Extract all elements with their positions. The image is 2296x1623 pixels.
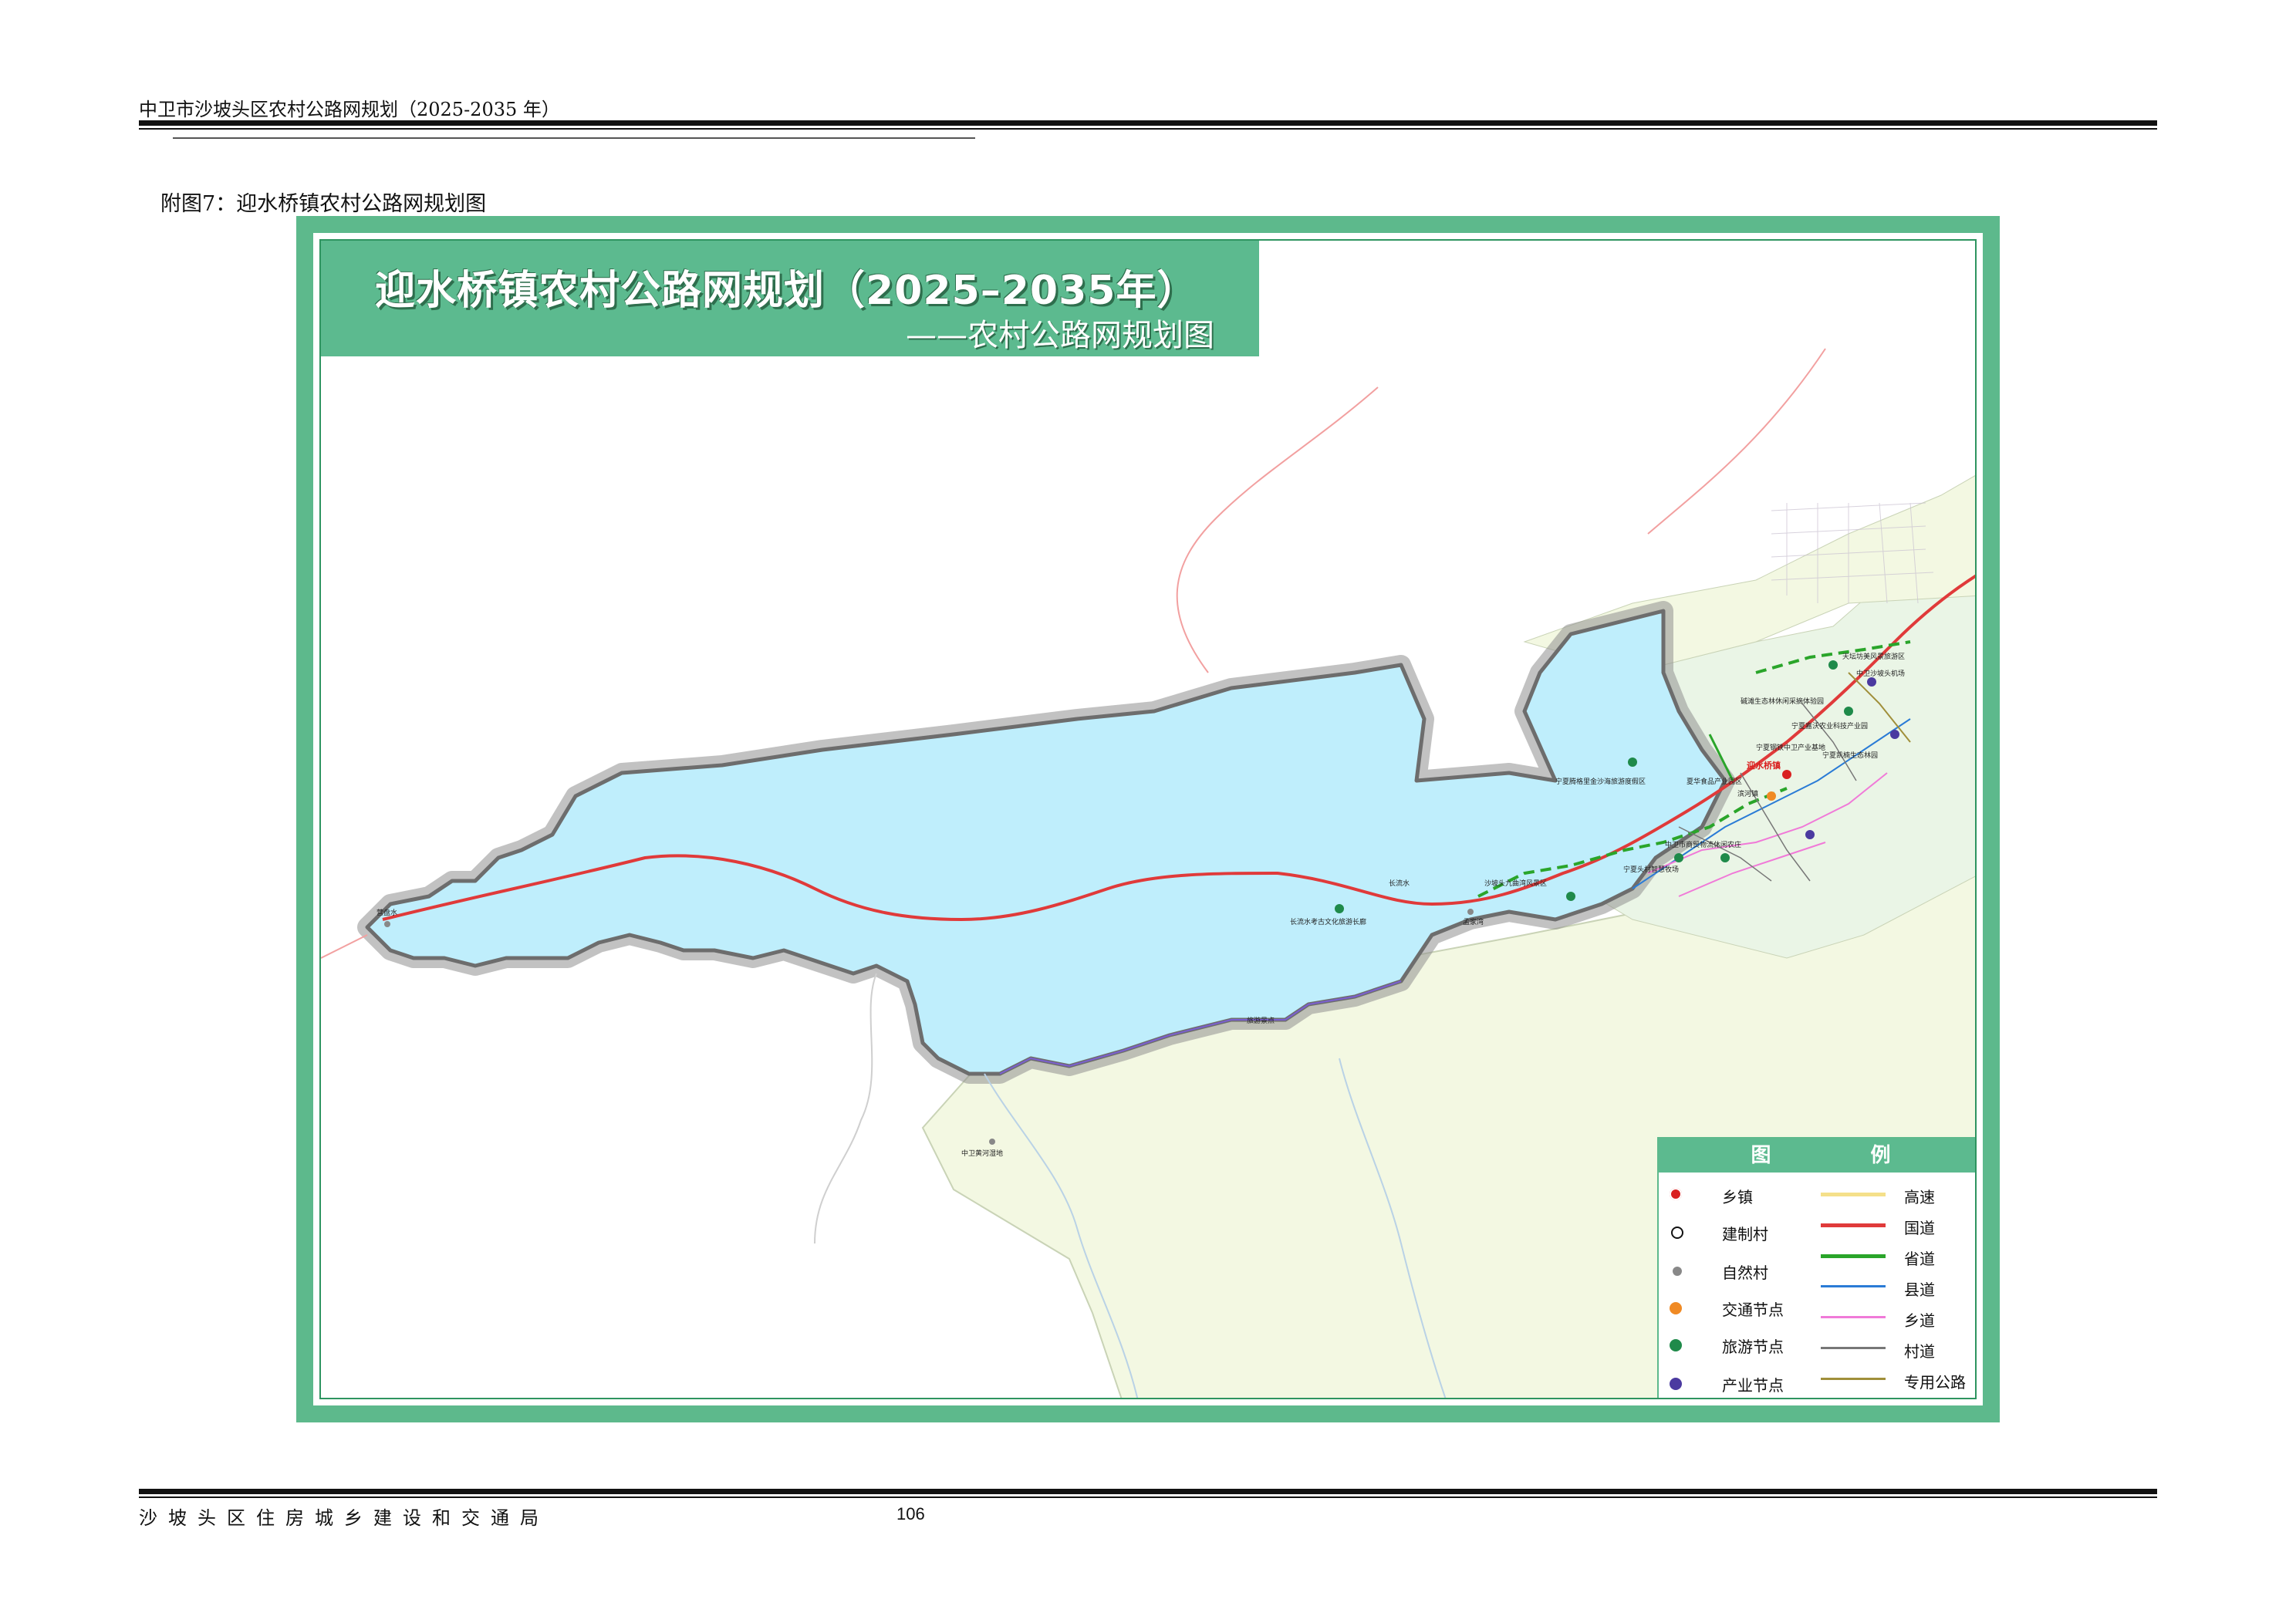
header-rule xyxy=(139,120,2157,126)
poi-label: 长流水 xyxy=(1389,880,1410,888)
legend-label: 建制村 xyxy=(1722,1225,1768,1243)
natural-village-icon xyxy=(1467,909,1474,915)
document-header-title: 中卫市沙坡头区农村公路网规划（2025-2035 年） xyxy=(139,99,560,120)
special-road-line-symbol xyxy=(1821,1378,1886,1380)
poi-label: 孟家湾 xyxy=(1463,919,1484,926)
natural-village-icon xyxy=(1673,1267,1682,1276)
township-road-line-symbol xyxy=(1821,1316,1886,1318)
legend-label: 县道 xyxy=(1904,1281,1935,1299)
legend-label: 乡镇 xyxy=(1722,1188,1753,1206)
tourism-node-icon xyxy=(1674,853,1683,862)
header-rule-short xyxy=(173,137,975,139)
industry-node-icon xyxy=(1890,730,1899,739)
map-subtitle: ——农村公路网规划图 xyxy=(906,318,1214,353)
legend-label: 旅游节点 xyxy=(1722,1338,1784,1356)
map-title: 迎水桥镇农村公路网规划（2025–2035年） xyxy=(375,268,1198,314)
legend-label: 自然村 xyxy=(1722,1264,1768,1282)
map-title-box: 迎水桥镇农村公路网规划（2025–2035年） ——农村公路网规划图 xyxy=(321,241,1259,356)
tourism-node-icon xyxy=(1335,904,1344,913)
poi-label: 中卫市商贸物流休闲农庄 xyxy=(1665,842,1742,849)
map-legend: 图 例 乡镇 建制村 自然村 交通节点 旅游节点 产业节点 高速 国道 省道 县… xyxy=(1657,1137,1975,1398)
poi-label: 宁夏钢铁中卫产业基地 xyxy=(1756,744,1826,752)
poi-label: 天坛坊美风景旅游区 xyxy=(1842,653,1906,661)
county-boundary xyxy=(814,973,877,1244)
traffic-node-icon xyxy=(1670,1302,1682,1314)
legend-label: 产业节点 xyxy=(1722,1376,1784,1395)
map-frame: 迎水桥镇 天坛坊美风景旅游区 中卫沙坡头机场 碱滩生态林休闲采摘体验园 宁夏嘉沃… xyxy=(296,216,2000,1422)
national-road-line-symbol xyxy=(1821,1223,1886,1227)
traffic-node-icon xyxy=(1767,791,1776,801)
natural-village-icon xyxy=(384,921,390,927)
poi-label: 夏华食品产业园区 xyxy=(1687,778,1743,786)
tourism-node-icon xyxy=(1670,1339,1682,1351)
boundary-line-west xyxy=(321,934,368,959)
tourism-node-icon xyxy=(1828,660,1838,670)
poi-label: 中卫黄河湿地 xyxy=(961,1150,1004,1158)
tourism-node-icon xyxy=(1628,758,1637,767)
footer-rule xyxy=(139,1489,2157,1494)
admin-village-icon xyxy=(1671,1227,1683,1239)
expressway-line-symbol xyxy=(1821,1193,1886,1196)
footer-organization: 沙坡头区住房城乡建设和交通局 xyxy=(139,1507,549,1529)
poi-label: 旅游景点 xyxy=(1247,1017,1275,1025)
legend-label: 省道 xyxy=(1904,1250,1935,1268)
industry-node-icon xyxy=(1867,677,1876,687)
poi-label: 中卫沙坡头机场 xyxy=(1856,670,1906,678)
poi-label: 营盘水 xyxy=(376,909,398,917)
natural-village-icon xyxy=(989,1139,995,1145)
poi-label: 碱滩生态林休闲采摘体验园 xyxy=(1741,698,1825,706)
county-road-line-symbol xyxy=(1821,1285,1886,1287)
town-label: 迎水桥镇 xyxy=(1747,761,1781,771)
legend-title: 图 例 xyxy=(1659,1139,1975,1173)
legend-label: 国道 xyxy=(1904,1219,1935,1237)
poi-label: 宁夏凯楠生态林园 xyxy=(1822,752,1879,760)
map-canvas: 迎水桥镇 天坛坊美风景旅游区 中卫沙坡头机场 碱滩生态林休闲采摘体验园 宁夏嘉沃… xyxy=(319,239,1977,1399)
tourism-node-icon xyxy=(1720,853,1730,862)
figure-caption: 附图7：迎水桥镇农村公路网规划图 xyxy=(160,192,487,216)
legend-label: 村道 xyxy=(1904,1342,1935,1361)
page-number: 106 xyxy=(896,1504,925,1523)
town-icon xyxy=(1670,1188,1682,1200)
legend-label: 专用公路 xyxy=(1904,1373,1966,1392)
industry-node-icon xyxy=(1805,830,1815,839)
village-road-line-symbol xyxy=(1821,1347,1886,1349)
tourism-node-icon xyxy=(1844,707,1853,716)
header-rule-thin xyxy=(139,128,2157,130)
boundary-line xyxy=(1647,348,1826,535)
poi-label: 宁夏头村智慧牧场 xyxy=(1623,866,1680,874)
legend-label: 高速 xyxy=(1904,1188,1935,1206)
poi-label: 宁夏腾格里金沙海旅游度假区 xyxy=(1555,778,1646,786)
provincial-road-line-symbol xyxy=(1821,1254,1886,1258)
footer-rule-thin xyxy=(139,1496,2157,1498)
town-marker xyxy=(1782,770,1791,779)
poi-label: 长流水考古文化旅游长廊 xyxy=(1290,919,1367,926)
industry-node-icon xyxy=(1670,1378,1682,1390)
poi-label: 宁夏嘉沃农业科技产业园 xyxy=(1791,723,1869,731)
legend-label: 交通节点 xyxy=(1722,1301,1784,1319)
poi-label: 沙坡头九曲湾风景区 xyxy=(1484,880,1548,888)
poi-label: 滨河镇 xyxy=(1737,791,1759,798)
airport-road xyxy=(1176,386,1379,673)
tourism-node-icon xyxy=(1566,892,1575,901)
legend-label: 乡道 xyxy=(1904,1311,1935,1330)
